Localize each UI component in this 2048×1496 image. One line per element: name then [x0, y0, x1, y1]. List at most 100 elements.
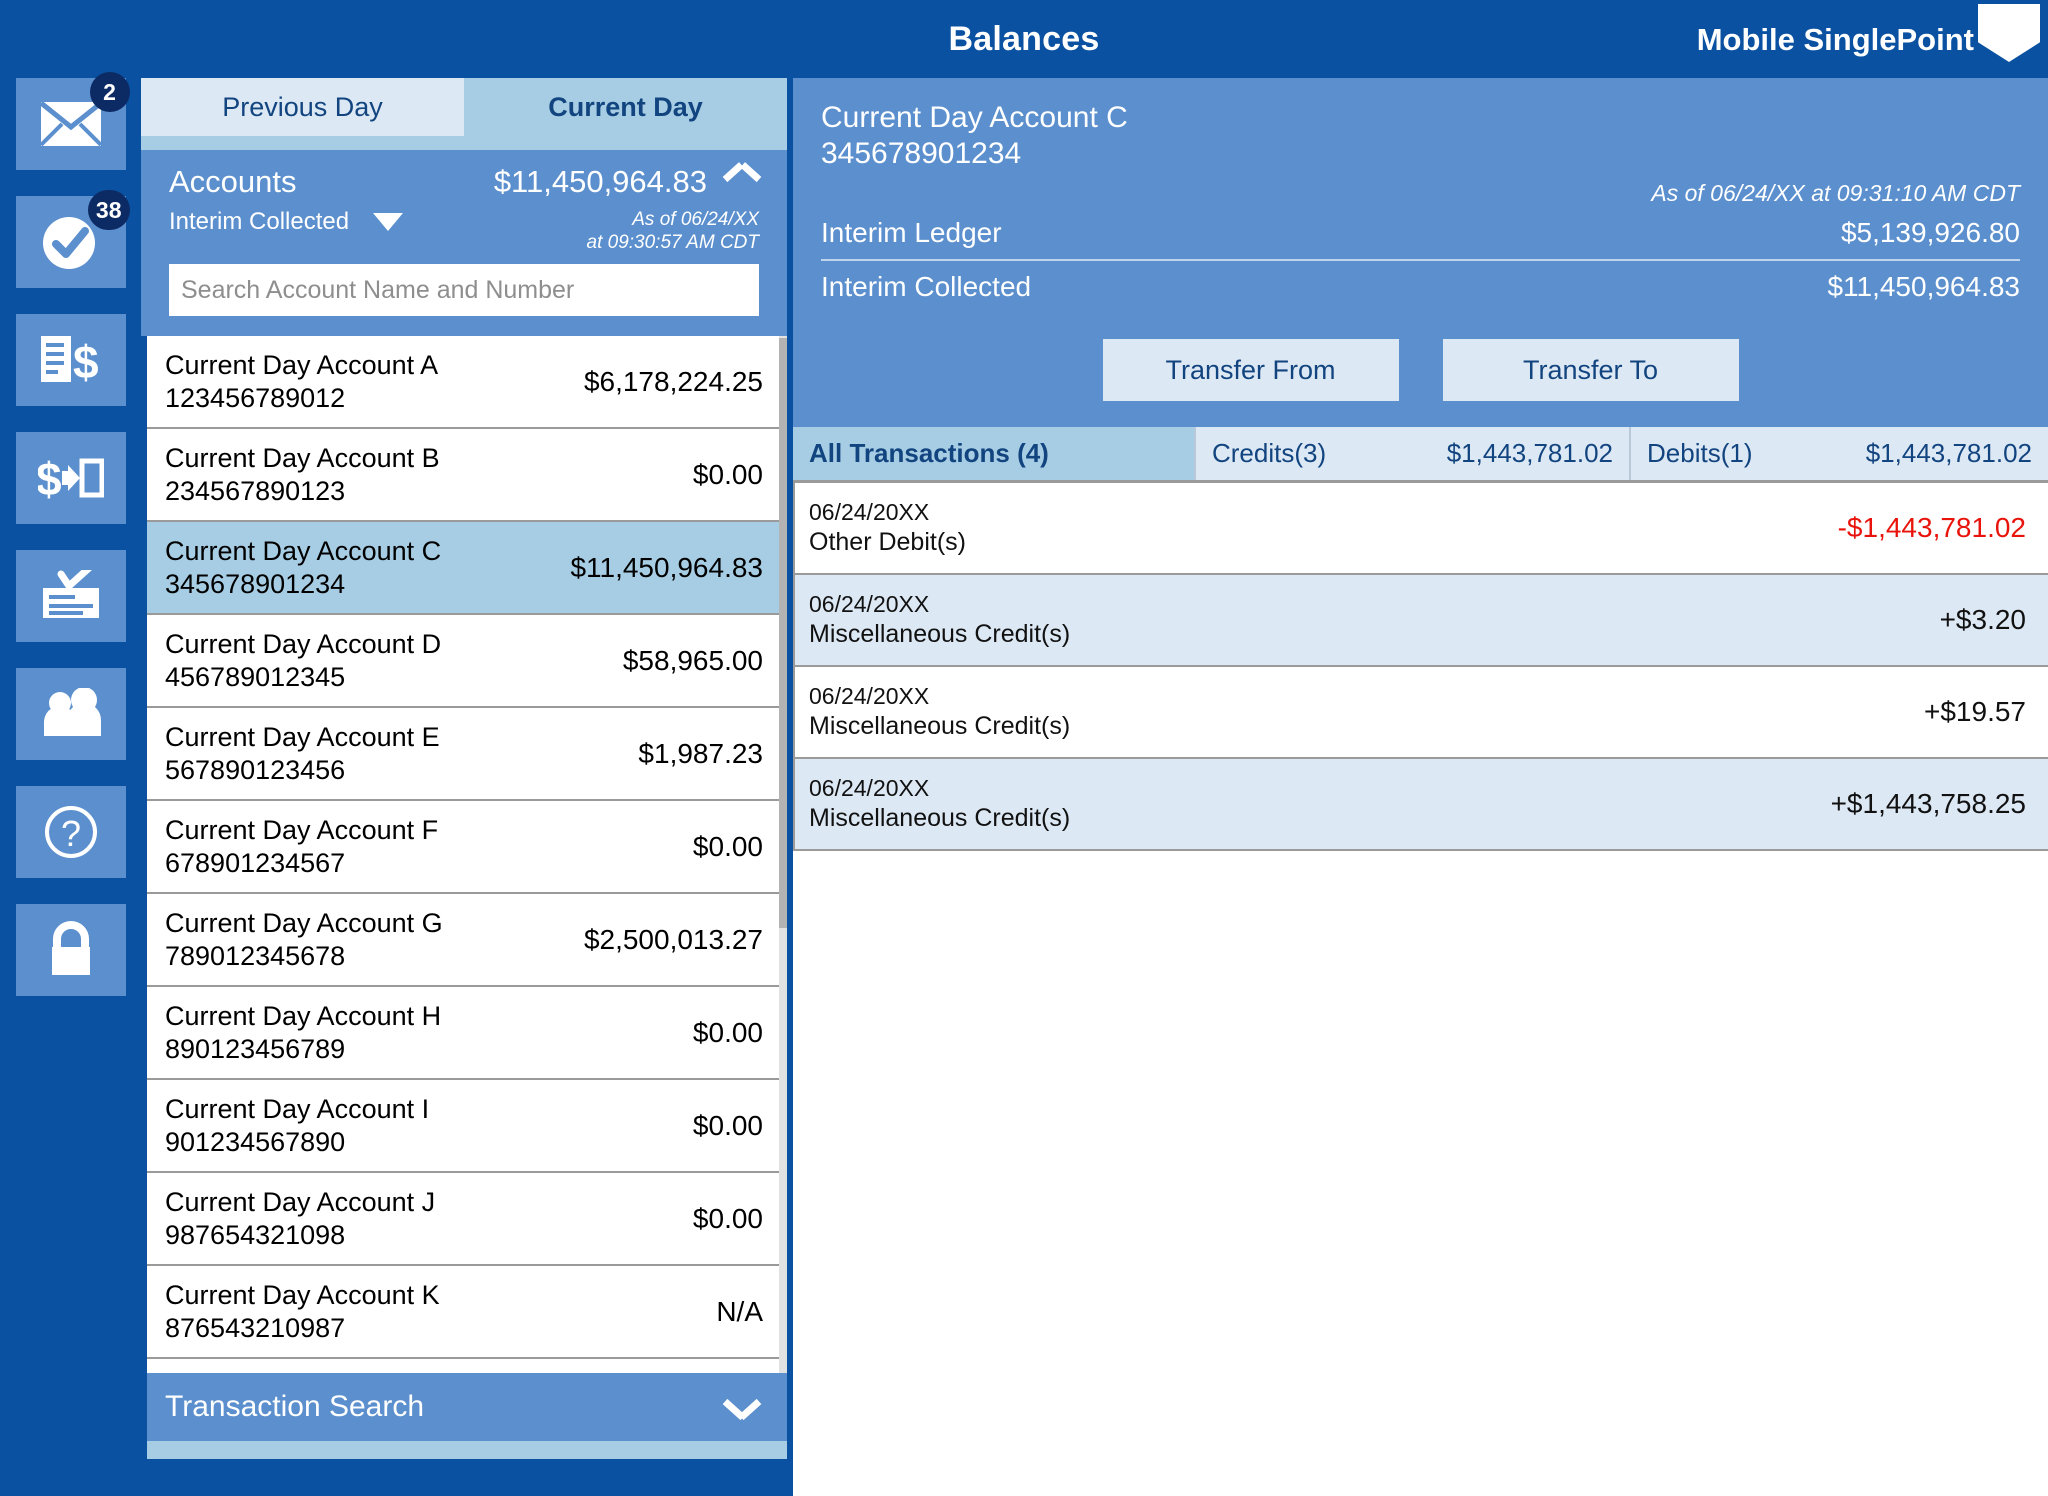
transaction-tab[interactable]: Debits(1) $1,443,781.02 [1631, 427, 2048, 480]
transaction-search-bar[interactable]: Transaction Search [141, 1373, 787, 1442]
account-number: 456789012345 [165, 661, 346, 692]
transaction-tab[interactable]: Credits(3) $1,443,781.02 [1196, 427, 1631, 480]
transaction-row[interactable]: 06/24/20XX Miscellaneous Credit(s) +$19.57 [793, 667, 2048, 759]
transaction-tab-amount: $1,443,781.02 [1446, 438, 1613, 468]
account-list-scrollbar[interactable] [779, 336, 787, 1374]
account-name: Current Day Account J [165, 1186, 436, 1217]
svg-text:?: ? [60, 813, 80, 854]
approvals-badge: 38 [87, 190, 130, 230]
account-list-item[interactable]: Current Day Account K 876543210987 N/A [147, 1266, 787, 1360]
account-identity: Current Day Account D 456789012345 [165, 628, 441, 694]
top-bar: Balances Mobile SinglePoint [0, 0, 2048, 78]
account-list-item[interactable]: Current Day Account G 789012345678 $2,500,… [147, 894, 787, 988]
account-number: 789012345678 [165, 940, 346, 971]
account-name: Current Day Account B [165, 442, 440, 473]
transaction-meta: 06/24/20XX Other Debit(s) [809, 498, 966, 558]
transaction-row[interactable]: 06/24/20XX Miscellaneous Credit(s) +$1,443… [793, 759, 2048, 851]
account-balance: $6,178,224.25 [583, 365, 763, 397]
account-number: 987654321098 [165, 1219, 346, 1250]
transaction-tab-label: All Transactions (4) [809, 438, 1049, 468]
interim-collected-label: Interim Collected [821, 271, 1032, 302]
rail-item-approvals[interactable]: 38 [15, 190, 130, 288]
transaction-row[interactable]: 06/24/20XX Other Debit(s) -$1,443,781.02 [793, 483, 2048, 575]
account-name: Current Day Account I [165, 1093, 430, 1124]
transaction-description: Miscellaneous Credit(s) [809, 711, 1071, 740]
transaction-tabs: All Transactions (4) Credits(3) $1,443,781… [793, 427, 2048, 483]
rail-item-users[interactable] [15, 668, 126, 760]
account-number: 876543210987 [165, 1312, 346, 1343]
account-number: 678901234567 [165, 847, 346, 878]
day-tabs: Previous Day Current Day [141, 78, 787, 136]
account-list: Current Day Account A 123456789012 $6,178,… [141, 336, 787, 1374]
document-dollar-icon: $ [40, 336, 98, 386]
icon-rail: 2 38 $ $ ? [0, 72, 141, 1496]
accounts-as-of: As of 06/24/XX at 09:30:57 AM CDT [587, 208, 759, 254]
transaction-date: 06/24/20XX [809, 683, 930, 709]
transfer-to-button[interactable]: Transfer To [1442, 339, 1739, 401]
account-balance: $0.00 [692, 458, 763, 490]
account-list-item[interactable]: Current Day Account J 987654321098 $0.00 [147, 1173, 787, 1267]
account-list-item[interactable]: Current Day Account E 567890123456 $1,987.… [147, 708, 787, 802]
users-icon [43, 688, 101, 736]
rail-item-security[interactable] [15, 904, 126, 996]
account-list-item[interactable]: Current Day Account C 345678901234 $11,450… [147, 522, 787, 616]
account-balance: $0.00 [692, 1016, 763, 1048]
transaction-description: Miscellaneous Credit(s) [809, 619, 1071, 648]
transfer-from-button[interactable]: Transfer From [1102, 339, 1399, 401]
account-list-item[interactable]: Current Day Account F 678901234567 $0.00 [147, 801, 787, 895]
account-balance: $58,965.00 [622, 644, 763, 676]
brand-title: Mobile SinglePoint [1696, 22, 1974, 57]
chevron-up-icon[interactable] [725, 172, 759, 192]
account-number: 901234567890 [165, 1126, 346, 1157]
chevron-down-icon[interactable] [725, 1396, 759, 1418]
account-identity: Current Day Account E 567890123456 [165, 721, 440, 787]
messages-badge: 2 [89, 72, 130, 112]
account-detail-header: Current Day Account C 345678901234 As of… [793, 78, 2048, 427]
tab-previous-day[interactable]: Previous Day [141, 78, 464, 136]
account-name: Current Day Account G [165, 907, 443, 938]
account-list-item[interactable]: Current Day Account B 234567890123 $0.00 [147, 429, 787, 523]
account-balance: N/A [716, 1295, 763, 1327]
account-number: 345678901234 [165, 568, 346, 599]
interim-ledger-value: $5,139,926.80 [1840, 217, 2020, 248]
transaction-description: Other Debit(s) [809, 527, 966, 556]
account-list-item[interactable]: Current Day Account A 123456789012 $6,178,… [147, 336, 787, 430]
tab-current-day[interactable]: Current Day [464, 78, 787, 136]
balances-screen: Balances Mobile SinglePoint 2 38 $ $ ? P… [0, 0, 2048, 1496]
transaction-amount: +$1,443,758.25 [1830, 788, 2026, 819]
rail-item-help[interactable]: ? [15, 786, 126, 878]
account-list-item[interactable]: Current Day Account I 901234567890 $0.00 [147, 1080, 787, 1174]
tabs-underline [141, 136, 787, 150]
account-balance: $11,450,964.83 [570, 551, 763, 583]
account-list-item[interactable]: Current Day Account H 890123456789 $0.00 [147, 987, 787, 1081]
account-detail-panel: Current Day Account C 345678901234 As of… [793, 78, 2048, 1496]
rail-item-messages[interactable]: 2 [15, 72, 130, 170]
account-number: 123456789012 [165, 382, 346, 413]
accounts-panel: Previous Day Current Day Accounts $11,45… [141, 78, 787, 1496]
account-identity: Current Day Account F 678901234567 [165, 814, 438, 880]
scrollbar-thumb[interactable] [779, 338, 787, 929]
transaction-date: 06/24/20XX [809, 499, 930, 525]
account-list-item[interactable]: Current Day Account D 456789012345 $58,965… [147, 615, 787, 709]
transaction-row[interactable]: 06/24/20XX Miscellaneous Credit(s) +$3.20 [793, 575, 2048, 667]
lock-icon [51, 921, 90, 975]
account-identity: Current Day Account H 890123456789 [165, 1000, 441, 1066]
account-name: Current Day Account F [165, 814, 439, 845]
balance-type-label: Interim Collected [169, 208, 350, 235]
account-name: Current Day Account K [165, 1279, 440, 1310]
account-number: 567890123456 [165, 754, 346, 785]
rail-item-deposits[interactable] [15, 550, 126, 642]
detail-divider [821, 259, 2020, 261]
transaction-amount: +$3.20 [1939, 604, 2026, 635]
transaction-search-strip [141, 1441, 787, 1460]
rail-item-transfers[interactable]: $ [15, 432, 126, 524]
rail-item-reports[interactable]: $ [15, 314, 126, 406]
account-identity: Current Day Account C 345678901234 [165, 535, 441, 601]
transaction-tab[interactable]: All Transactions (4) [793, 427, 1196, 480]
account-name: Current Day Account C [165, 535, 442, 566]
transaction-meta: 06/24/20XX Miscellaneous Credit(s) [809, 774, 1070, 834]
accounts-total: $11,450,964.83 [493, 164, 707, 199]
search-input[interactable] [169, 264, 759, 317]
dollar-transfer-icon: $ [38, 453, 104, 503]
balance-type-selector[interactable]: Interim Collected [169, 208, 404, 236]
